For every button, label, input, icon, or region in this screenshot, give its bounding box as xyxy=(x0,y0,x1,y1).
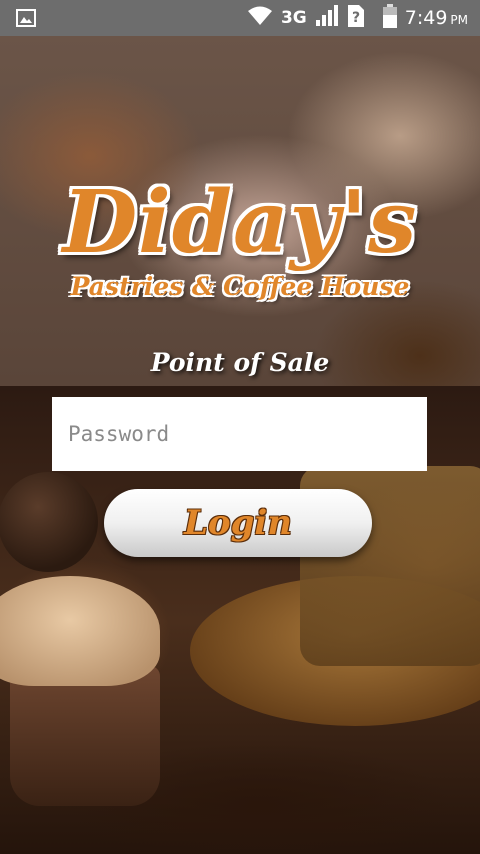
battery-icon xyxy=(382,4,397,32)
brand-name: Diday's xyxy=(62,172,418,273)
gallery-icon xyxy=(16,9,36,31)
clock: 7:49 PM xyxy=(404,7,468,29)
wifi-icon xyxy=(247,6,273,30)
brand-tagline: Pastries & Coffee House xyxy=(70,272,410,301)
signal-icon xyxy=(315,5,339,31)
status-bar: 3G ? 7:49 PM xyxy=(0,0,480,36)
network-type: 3G xyxy=(280,8,307,28)
cupcake-cup-shape xyxy=(10,666,160,806)
login-button[interactable]: Login xyxy=(104,489,372,557)
brand-logo: Diday's Pastries & Coffee House xyxy=(0,172,480,302)
password-input[interactable] xyxy=(52,397,427,471)
sim-unknown-icon: ? xyxy=(347,4,365,32)
chocolate-ball-shape xyxy=(0,472,98,572)
app-subtitle: Point of Sale xyxy=(150,348,330,377)
svg-text:?: ? xyxy=(352,10,360,26)
